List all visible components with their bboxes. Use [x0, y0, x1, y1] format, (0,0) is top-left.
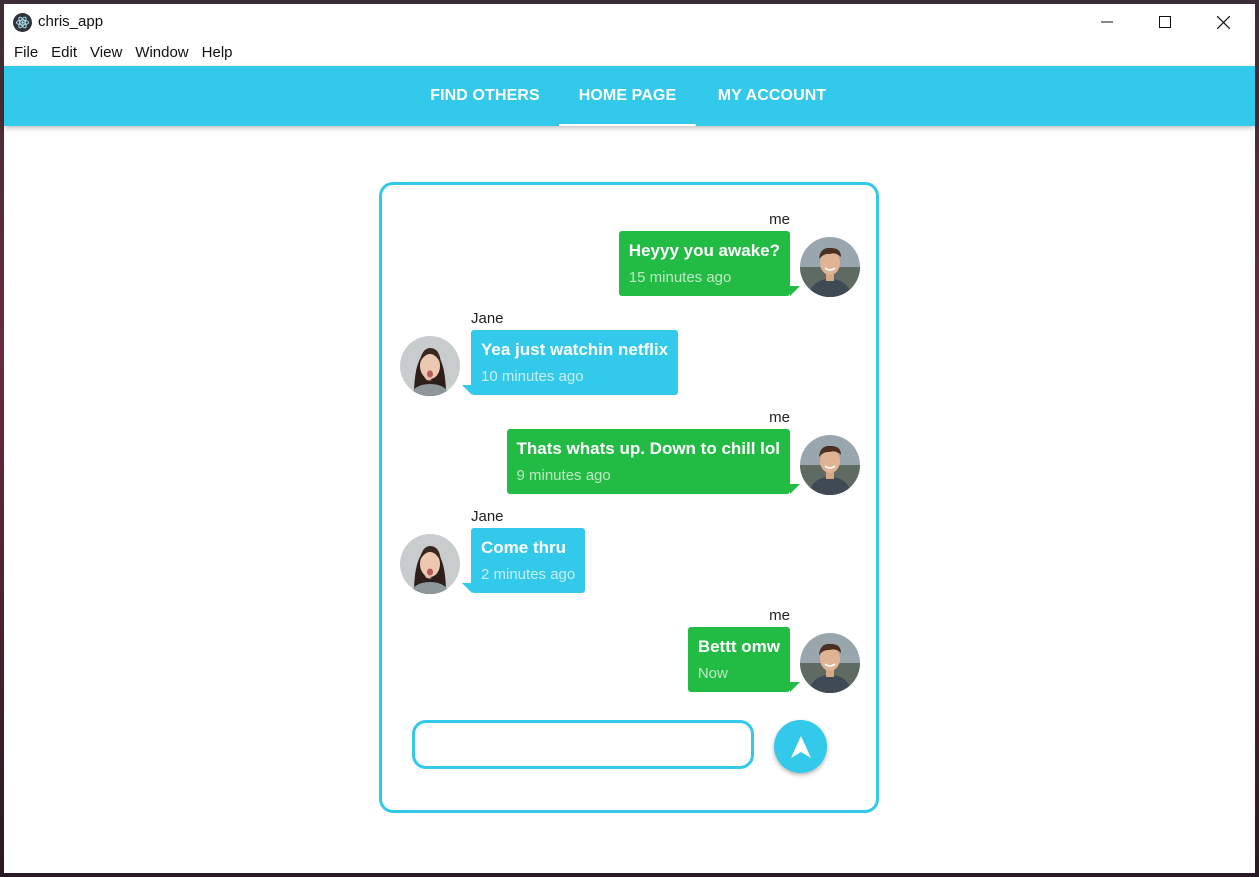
message-row: Jane Come thru 2 minutes ago: [382, 508, 876, 598]
menu-edit[interactable]: Edit: [45, 40, 83, 66]
nav-tabs-bar: FIND OTHERS HOME PAGE MY ACCOUNT: [4, 66, 1255, 126]
menu-bar: File Edit View Window Help: [4, 40, 1255, 66]
message-time: 15 minutes ago: [628, 269, 732, 286]
avatar-me[interactable]: [800, 633, 860, 693]
electron-app-icon: [13, 13, 32, 32]
message-text: Heyyy you awake?: [628, 241, 780, 260]
send-button[interactable]: [774, 720, 827, 773]
menu-file[interactable]: File: [8, 40, 44, 66]
close-button[interactable]: [1194, 4, 1252, 40]
message-time: 9 minutes ago: [516, 467, 611, 484]
message-row: me Heyyy you awake? 15 minutes ago: [382, 211, 876, 301]
avatar-jane[interactable]: [400, 534, 460, 594]
maximize-icon: [1159, 16, 1171, 28]
close-icon: [1216, 15, 1230, 29]
app-window: chris_app File Edit View Window Help FIN…: [4, 4, 1255, 873]
message-bubble: Yea just watchin netflix 10 minutes ago: [471, 330, 679, 395]
sender-name: me: [769, 607, 790, 624]
message-bubble: Thats whats up. Down to chill lol 9 minu…: [506, 429, 790, 494]
tab-my-account[interactable]: MY ACCOUNT: [716, 66, 828, 126]
message-text: Yea just watchin netflix: [481, 340, 669, 359]
message-time: 2 minutes ago: [481, 566, 576, 583]
message-time: 10 minutes ago: [481, 368, 584, 385]
message-row: Jane Yea just watchin netflix 10 minutes…: [382, 310, 876, 400]
message-input[interactable]: [412, 720, 754, 769]
message-text: Come thru: [481, 538, 566, 557]
avatar-me[interactable]: [800, 237, 860, 297]
sender-name: Jane: [471, 508, 504, 525]
minimize-icon: [1101, 21, 1113, 23]
bubble-tail: [790, 286, 800, 296]
message-text: Thats whats up. Down to chill lol: [516, 439, 781, 458]
message-bubble: Bettt omw Now: [687, 627, 790, 692]
bubble-tail: [790, 682, 800, 692]
menu-window[interactable]: Window: [129, 40, 194, 66]
maximize-button[interactable]: [1136, 4, 1194, 40]
message-row: me Bettt omw Now: [382, 607, 876, 697]
sender-name: Jane: [471, 310, 504, 327]
window-title: chris_app: [38, 13, 104, 30]
message-row: me Thats whats up. Down to chill lol 9 m…: [382, 409, 876, 499]
bubble-tail: [790, 484, 800, 494]
send-arrow-icon: [790, 735, 811, 758]
chat-panel: me Heyyy you awake? 15 minutes ago Jane …: [379, 182, 879, 813]
sender-name: me: [769, 211, 790, 228]
avatar-me[interactable]: [800, 435, 860, 495]
message-text: Bettt omw: [697, 637, 780, 656]
title-bar: chris_app: [4, 4, 1255, 40]
message-bubble: Heyyy you awake? 15 minutes ago: [618, 231, 790, 296]
message-time: Now: [697, 665, 728, 682]
menu-help[interactable]: Help: [196, 40, 239, 66]
menu-view[interactable]: View: [84, 40, 128, 66]
minimize-button[interactable]: [1078, 4, 1136, 40]
tab-home-page[interactable]: HOME PAGE: [559, 66, 696, 126]
sender-name: me: [769, 409, 790, 426]
avatar-jane[interactable]: [400, 336, 460, 396]
message-bubble: Come thru 2 minutes ago: [471, 528, 586, 593]
tab-find-others[interactable]: FIND OTHERS: [430, 66, 540, 126]
